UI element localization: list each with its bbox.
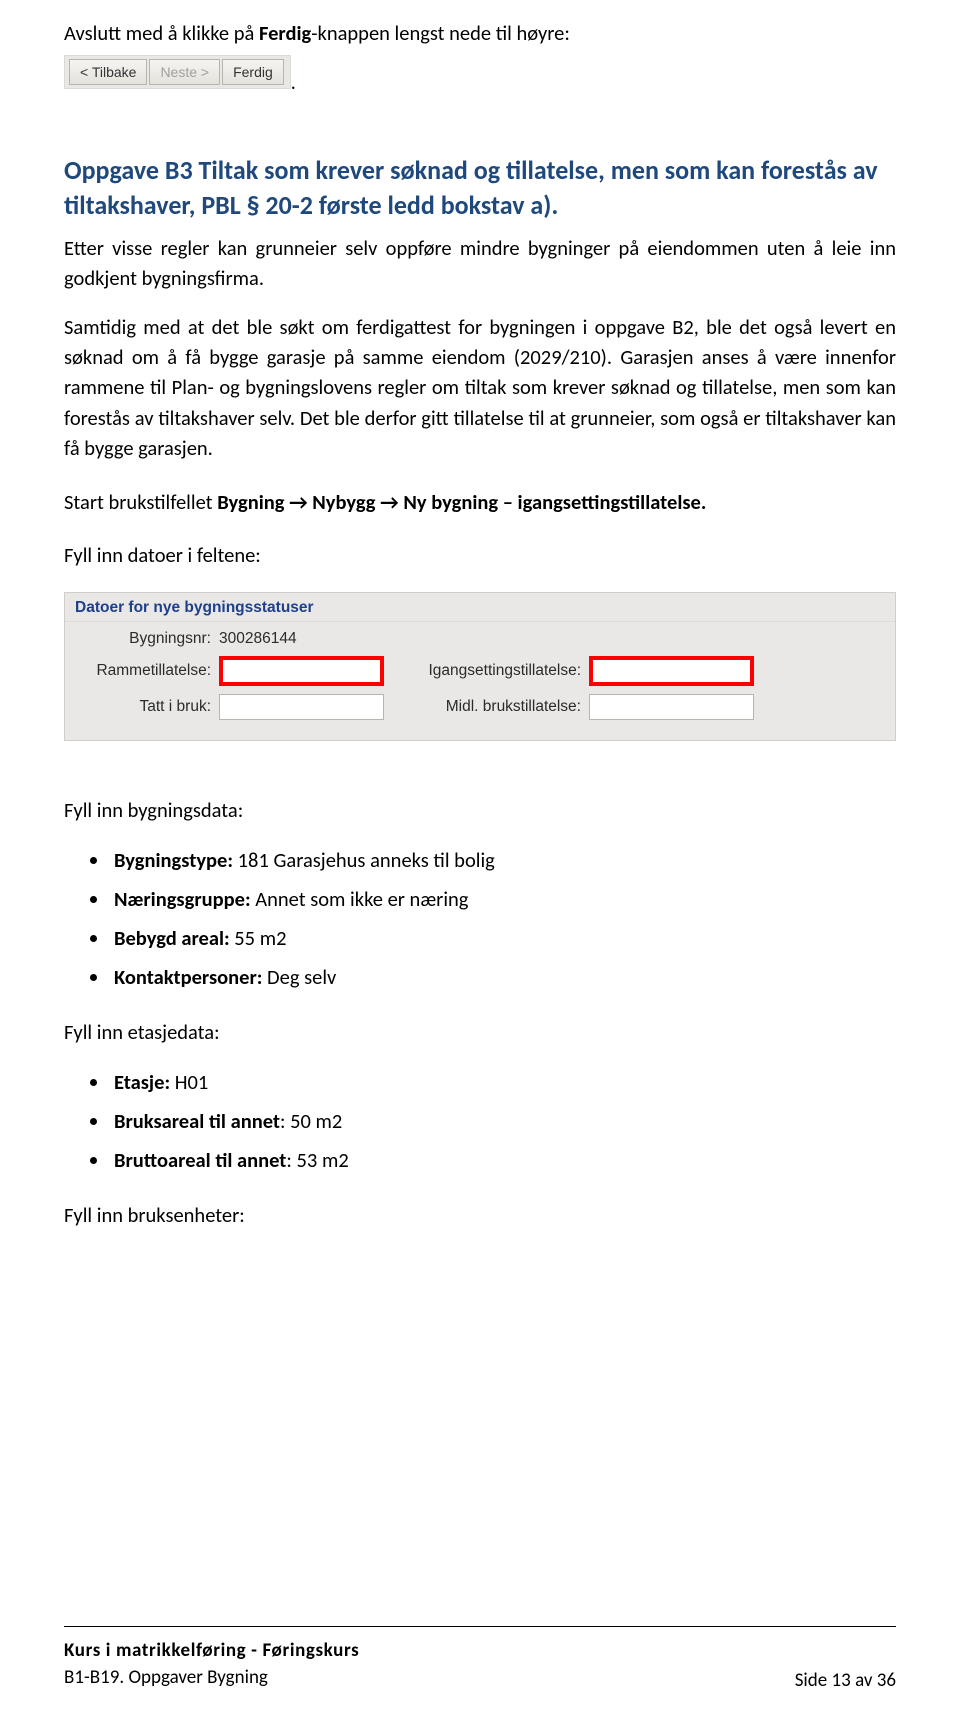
p3-c: Nybygg: [312, 489, 375, 515]
li-bold: Bebygd areal:: [114, 925, 230, 951]
p3-a: Start brukstilfellet: [64, 489, 217, 515]
li-rest: Deg selv: [262, 964, 336, 990]
paragraph-4: Fyll inn datoer i feltene:: [64, 540, 896, 570]
wizard-button-bar: < Tilbake Neste > Ferdig: [64, 55, 291, 89]
arrow-icon: →: [284, 489, 312, 515]
list-item: Bygningstype: 181 Garasjehus anneks til …: [110, 841, 896, 880]
p3-b: Bygning: [217, 489, 284, 515]
subhead-etasjedata: Fyll inn etasjedata:: [64, 1017, 896, 1047]
rammetillatelse-label: Rammetillatelse:: [77, 662, 219, 680]
panel-body: Bygningsnr: 300286144 Rammetillatelse: I…: [65, 622, 895, 720]
footer-left: Kurs i matrikkelføring - Føringskurs B1-…: [64, 1637, 359, 1692]
li-rest: H01: [170, 1069, 208, 1095]
p3-d: Ny bygning – igangsettingstillatelse.: [403, 489, 706, 515]
tatt-i-bruk-label: Tatt i bruk:: [77, 698, 219, 716]
list-item: Etasje: H01: [110, 1063, 896, 1102]
tatt-i-bruk-input[interactable]: [219, 694, 384, 720]
igangsettingstillatelse-input[interactable]: [589, 656, 754, 686]
list-item: Kontaktpersoner: Deg selv: [110, 958, 896, 997]
wizard-trailing-dot: .: [291, 71, 296, 95]
footer-page: Side 13 av 36: [795, 1669, 896, 1692]
li-rest: Annet som ikke er næring: [251, 886, 469, 912]
intro-suffix: -knappen lengst nede til høyre:: [311, 20, 570, 46]
li-rest: : 53 m2: [286, 1147, 348, 1173]
paragraph-2: Samtidig med at det ble søkt om ferdigat…: [64, 312, 896, 464]
footer-title: Kurs i matrikkelføring - Føringskurs: [64, 1637, 359, 1665]
paragraph-3: Start brukstilfellet Bygning → Nybygg → …: [64, 487, 896, 517]
intro-bold: Ferdig: [259, 20, 311, 46]
row-tatt-i-bruk: Tatt i bruk: Midl. brukstillatelse:: [77, 694, 883, 720]
midl-brukstillatelse-label: Midl. brukstillatelse:: [394, 698, 589, 716]
list-item: Næringsgruppe: Annet som ikke er næring: [110, 880, 896, 919]
bygningsdata-list: Bygningstype: 181 Garasjehus anneks til …: [110, 841, 896, 997]
li-bold: Bruksareal til annet: [114, 1108, 280, 1134]
li-bold: Etasje:: [114, 1069, 170, 1095]
etasjedata-list: Etasje: H01 Bruksareal til annet: 50 m2 …: [110, 1063, 896, 1180]
bygningsnr-value: 300286144: [219, 630, 297, 648]
li-bold: Kontaktpersoner:: [114, 964, 262, 990]
intro-prefix: Avslutt med å klikke på: [64, 20, 259, 46]
intro-text: Avslutt med å klikke på Ferdig-knappen l…: [64, 18, 896, 49]
section-heading: Oppgave B3 Tiltak som krever søknad og t…: [64, 153, 896, 223]
dates-panel: Datoer for nye bygningsstatuser Bygnings…: [64, 592, 896, 741]
arrow-icon: →: [376, 489, 404, 515]
next-button: Neste >: [149, 59, 220, 85]
finish-button[interactable]: Ferdig: [222, 59, 284, 85]
li-rest: 181 Garasjehus anneks til bolig: [233, 847, 495, 873]
subhead-bygningsdata: Fyll inn bygningsdata:: [64, 795, 896, 825]
li-rest: : 50 m2: [280, 1108, 342, 1134]
li-rest: 55 m2: [230, 925, 287, 951]
li-bold: Bygningstype:: [114, 847, 233, 873]
panel-header: Datoer for nye bygningsstatuser: [65, 593, 895, 622]
paragraph-1: Etter visse regler kan grunneier selv op…: [64, 233, 896, 294]
igangsettingstillatelse-label: Igangsettingstillatelse:: [394, 662, 589, 680]
midl-brukstillatelse-input[interactable]: [589, 694, 754, 720]
bygningsnr-label: Bygningsnr:: [77, 630, 219, 648]
li-bold: Næringsgruppe:: [114, 886, 251, 912]
list-item: Bruksareal til annet: 50 m2: [110, 1102, 896, 1141]
li-bold: Bruttoareal til annet: [114, 1147, 286, 1173]
rammetillatelse-input[interactable]: [219, 656, 384, 686]
list-item: Bruttoareal til annet: 53 m2: [110, 1141, 896, 1180]
row-rammetillatelse: Rammetillatelse: Igangsettingstillatelse…: [77, 656, 883, 686]
back-button[interactable]: < Tilbake: [69, 59, 147, 85]
page-footer: Kurs i matrikkelføring - Føringskurs B1-…: [64, 1626, 896, 1692]
list-item: Bebygd areal: 55 m2: [110, 919, 896, 958]
subhead-bruksenheter: Fyll inn bruksenheter:: [64, 1200, 896, 1230]
footer-subtitle: B1-B19. Oppgaver Bygning: [64, 1664, 359, 1692]
row-bygningsnr: Bygningsnr: 300286144: [77, 630, 883, 648]
